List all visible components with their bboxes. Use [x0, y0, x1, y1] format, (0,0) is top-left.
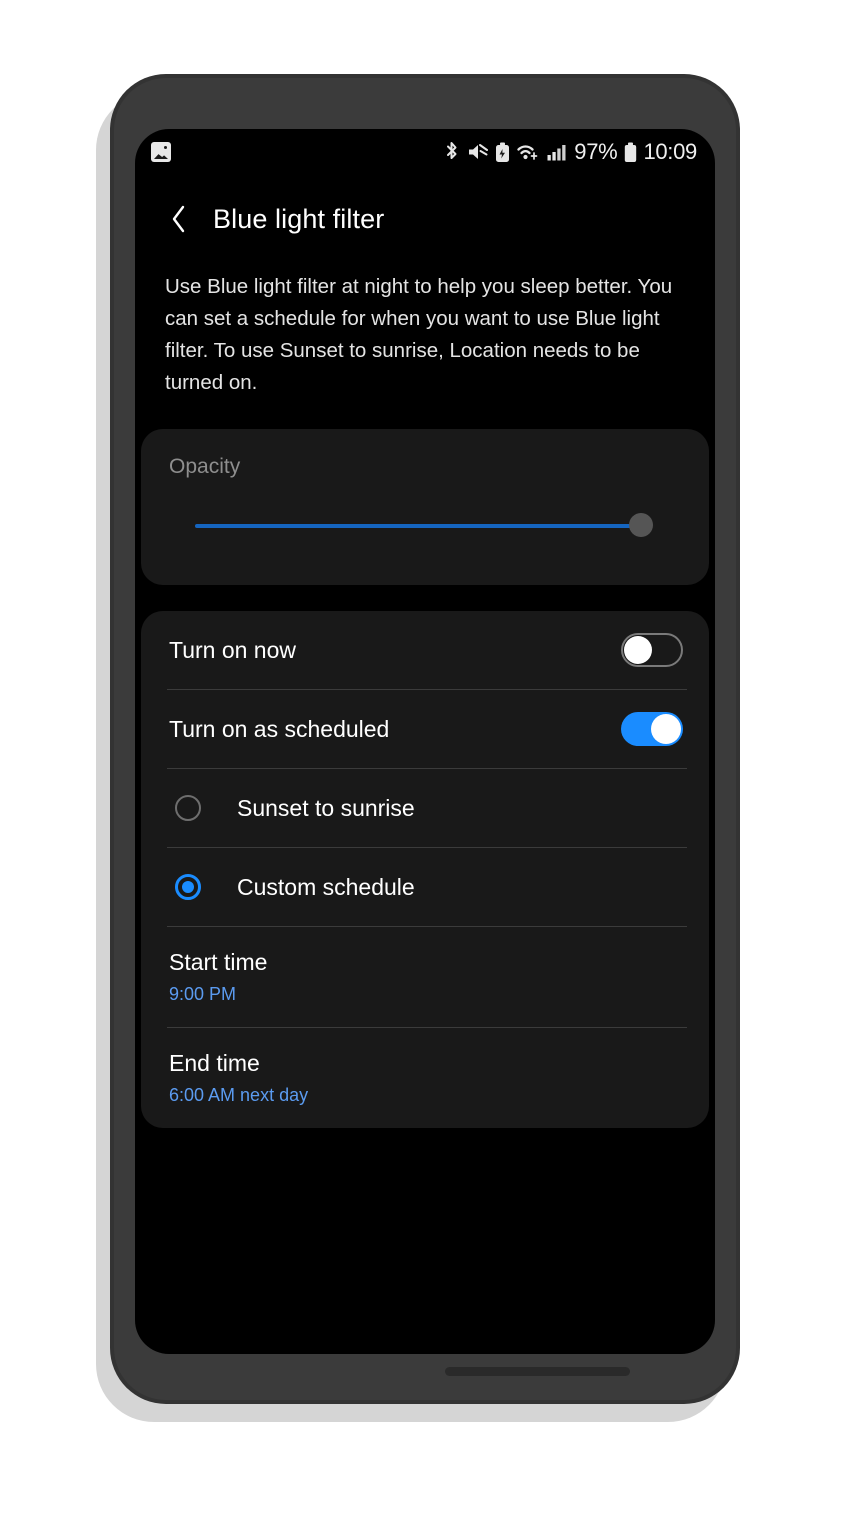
start-time-value: 9:00 PM: [169, 984, 237, 1004]
row-start-time[interactable]: Start time 9:00 PM: [141, 927, 709, 1027]
settings-card: Turn on now Turn on as scheduled Sunset …: [141, 611, 709, 1128]
status-bar-notifications: [151, 142, 171, 162]
battery-icon: [624, 142, 637, 163]
app-bar: Blue light filter: [135, 183, 715, 255]
battery-saver-icon: [495, 142, 510, 163]
toggle-knob: [651, 714, 681, 744]
start-time-label: Start time: [169, 949, 268, 975]
battery-percent-label: 97%: [574, 139, 618, 164]
turn-on-as-scheduled-toggle[interactable]: [621, 712, 683, 746]
back-button[interactable]: [161, 202, 195, 236]
status-bar: 97% 10:09: [135, 129, 715, 175]
clock-label: 10:09: [643, 139, 697, 164]
turn-on-now-label: Turn on now: [169, 636, 296, 663]
signal-icon: [547, 143, 567, 162]
wifi-icon: [517, 143, 540, 162]
opacity-slider-thumb[interactable]: [629, 513, 654, 537]
toggle-knob: [624, 636, 652, 664]
row-end-time[interactable]: End time 6:00 AM next day: [141, 1028, 709, 1128]
turn-on-now-toggle[interactable]: [621, 633, 683, 667]
description-text: Use Blue light filter at night to help y…: [165, 275, 673, 394]
opacity-card: Opacity: [141, 429, 709, 585]
bluetooth-icon: [443, 141, 460, 163]
bottom-speaker-grille: [445, 1367, 630, 1376]
gallery-icon: [151, 142, 171, 162]
row-turn-on-now[interactable]: Turn on now: [141, 611, 709, 689]
end-time-value: 6:00 AM next day: [169, 1085, 309, 1105]
sunset-to-sunrise-label: Sunset to sunrise: [237, 794, 415, 821]
row-turn-on-as-scheduled[interactable]: Turn on as scheduled: [141, 690, 709, 768]
radio-row-sunset-to-sunrise[interactable]: Sunset to sunrise: [141, 769, 709, 847]
mute-icon: [467, 142, 489, 162]
phone-screen: 97% 10:09 Blue light filter Use Blue lig…: [135, 129, 715, 1354]
status-bar-system-icons: 97% 10:09: [443, 139, 697, 165]
end-time-label: End time: [169, 1050, 260, 1076]
page-title: Blue light filter: [213, 203, 385, 234]
opacity-slider[interactable]: [167, 513, 683, 539]
opacity-label: Opacity: [169, 455, 241, 478]
radio-button-sunset-to-sunrise[interactable]: [175, 795, 201, 821]
back-chevron-icon: [172, 205, 184, 233]
custom-schedule-label: Custom schedule: [237, 873, 415, 900]
opacity-slider-fill: [195, 524, 642, 528]
phone-frame: 97% 10:09 Blue light filter Use Blue lig…: [110, 74, 740, 1404]
radio-button-custom-schedule[interactable]: [175, 874, 201, 900]
turn-on-as-scheduled-label: Turn on as scheduled: [169, 715, 390, 742]
radio-row-custom-schedule[interactable]: Custom schedule: [141, 848, 709, 926]
